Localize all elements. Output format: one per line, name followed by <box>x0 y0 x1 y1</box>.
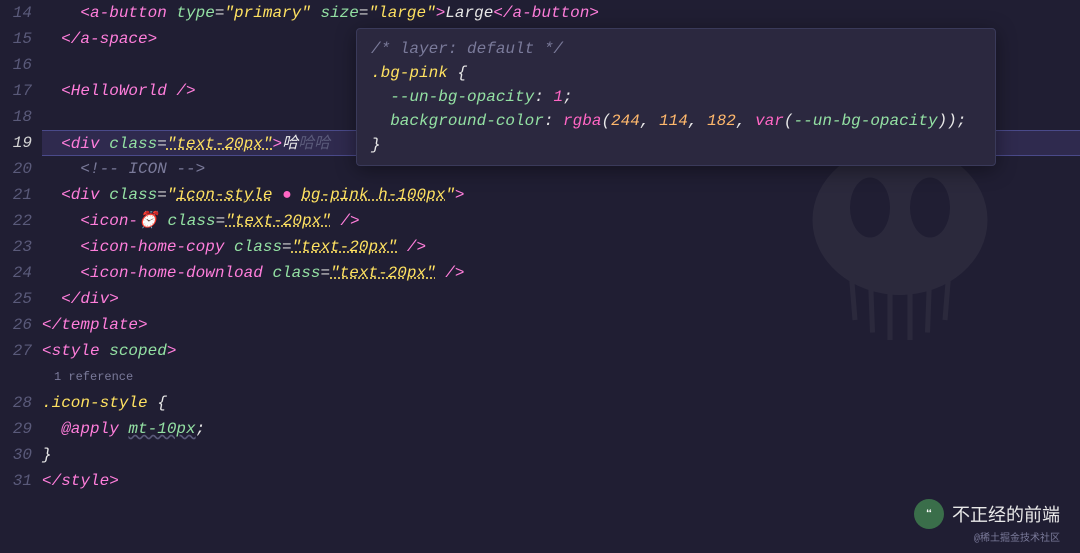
watermark-sub: @稀土掘金技术社区 <box>974 529 1060 545</box>
line-number: 30 <box>0 442 32 468</box>
line-number: 16 <box>0 52 32 78</box>
pink-dot-icon: ● <box>272 186 301 204</box>
code-line[interactable]: .icon-style { <box>42 390 1080 416</box>
watermark: ❝ 不正经的前端 <box>914 499 1060 529</box>
line-number: 22 <box>0 208 32 234</box>
line-number: 17 <box>0 78 32 104</box>
code-line[interactable]: <div class="icon-style ● bg-pink h-100px… <box>42 182 1080 208</box>
wechat-icon: ❝ <box>914 499 944 529</box>
watermark-text: 不正经的前端 <box>952 501 1060 527</box>
line-number: 28 <box>0 390 32 416</box>
code-line[interactable]: </div> <box>42 286 1080 312</box>
line-number <box>0 364 32 390</box>
line-number: 29 <box>0 416 32 442</box>
line-number: 15 <box>0 26 32 52</box>
line-number: 26 <box>0 312 32 338</box>
code-line[interactable]: </style> <box>42 468 1080 494</box>
line-number: 18 <box>0 104 32 130</box>
line-number: 23 <box>0 234 32 260</box>
line-number: 31 <box>0 468 32 494</box>
line-number: 20 <box>0 156 32 182</box>
line-number: 27 <box>0 338 32 364</box>
code-line[interactable]: </template> <box>42 312 1080 338</box>
codelens-references[interactable]: 1 reference <box>42 364 1080 390</box>
line-number: 25 <box>0 286 32 312</box>
line-number: 24 <box>0 260 32 286</box>
code-editor[interactable]: 14 15 16 17 18 19 20 21 22 23 24 25 26 2… <box>0 0 1080 553</box>
code-line[interactable]: <a-button type="primary" size="large">La… <box>42 0 1080 26</box>
code-content[interactable]: <a-button type="primary" size="large">La… <box>42 0 1080 553</box>
line-gutter: 14 15 16 17 18 19 20 21 22 23 24 25 26 2… <box>0 0 42 553</box>
line-number: 14 <box>0 0 32 26</box>
line-number: 21 <box>0 182 32 208</box>
code-line[interactable]: <icon-home-copy class="text-20px" /> <box>42 234 1080 260</box>
hover-tooltip: /* layer: default */ .bg-pink { --un-bg-… <box>356 28 996 166</box>
code-line[interactable]: } <box>42 442 1080 468</box>
code-line[interactable]: @apply mt-10px; <box>42 416 1080 442</box>
code-line[interactable]: <icon-⏰ class="text-20px" /> <box>42 208 1080 234</box>
line-number-active: 19 <box>0 130 32 156</box>
code-line[interactable]: <style scoped> <box>42 338 1080 364</box>
code-line[interactable]: <icon-home-download class="text-20px" /> <box>42 260 1080 286</box>
